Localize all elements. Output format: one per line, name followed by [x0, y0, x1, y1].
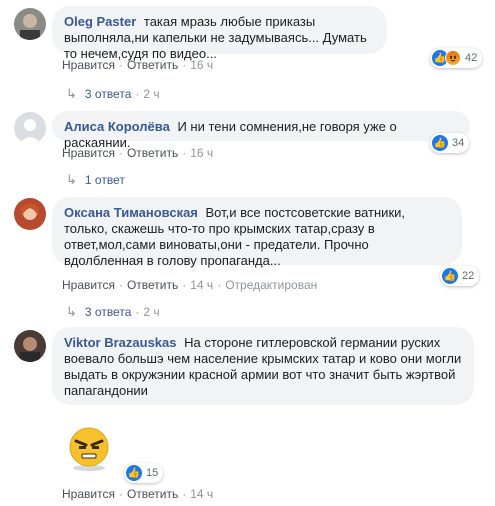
separator-dot: ·: [182, 487, 187, 501]
avatar[interactable]: [14, 8, 46, 40]
comment-time[interactable]: 16 ч: [190, 58, 213, 72]
comment-actions: Нравится · Ответить · 14 ч · Отредактирован: [62, 278, 317, 292]
comment-actions: Нравится · Ответить · 16 ч: [62, 58, 213, 72]
thumbs-up-icon: 👍: [442, 268, 458, 284]
comment-bubble: Алиса Королёва И ни тени сомнения,не гов…: [52, 111, 470, 150]
replies-count[interactable]: 3 ответа: [85, 305, 131, 319]
reaction-count: 15: [146, 467, 159, 479]
reply-arrow-icon: ↳: [66, 172, 77, 187]
separator-dot: ·: [118, 58, 123, 72]
reaction-count: 34: [452, 137, 465, 149]
view-replies-link[interactable]: ↳ 3 ответа · 2 ч: [66, 304, 160, 320]
edited-label[interactable]: Отредактирован: [225, 278, 317, 292]
like-link[interactable]: Нравится: [62, 146, 115, 160]
reaction-count: 42: [465, 52, 478, 64]
reaction-summary[interactable]: 👍 15: [124, 463, 164, 483]
reaction-summary[interactable]: 👍 42: [430, 48, 483, 68]
separator-dot: ·: [118, 278, 123, 292]
separator-dot: ·: [182, 146, 187, 160]
comment-author[interactable]: Oleg Paster: [64, 14, 136, 29]
angry-sticker: [66, 425, 112, 471]
thumbs-up-icon: 👍: [432, 135, 448, 151]
reply-link[interactable]: Ответить: [127, 278, 178, 292]
comment-time[interactable]: 16 ч: [190, 146, 213, 160]
separator-dot: ·: [182, 58, 187, 72]
separator-dot: ·: [217, 278, 222, 292]
separator-dot: ·: [118, 487, 123, 501]
like-link[interactable]: Нравится: [62, 58, 115, 72]
comment-author[interactable]: Viktor Brazauskas: [64, 335, 177, 350]
like-link[interactable]: Нравится: [62, 278, 115, 292]
comment-actions: Нравится · Ответить · 14 ч: [62, 487, 213, 501]
avatar[interactable]: [14, 330, 46, 362]
comment-time[interactable]: 14 ч: [190, 487, 213, 501]
reply-arrow-icon: ↳: [66, 304, 77, 319]
reply-link[interactable]: Ответить: [127, 487, 178, 501]
replies-count[interactable]: 1 ответ: [85, 173, 125, 187]
reaction-summary[interactable]: 👍 22: [440, 266, 480, 286]
comment-time[interactable]: 14 ч: [190, 278, 213, 292]
separator-dot: ·: [135, 305, 140, 319]
avatar[interactable]: [14, 198, 46, 230]
comment-actions: Нравится · Ответить · 16 ч: [62, 146, 213, 160]
like-link[interactable]: Нравится: [62, 487, 115, 501]
comment-bubble: Oleg Paster такая мразь любые приказы вы…: [52, 6, 387, 61]
view-replies-link[interactable]: ↳ 1 ответ: [66, 172, 125, 188]
separator-dot: ·: [135, 87, 140, 101]
thumbs-up-icon: 👍: [126, 465, 142, 481]
reply-link[interactable]: Ответить: [127, 146, 178, 160]
angry-icon: [445, 50, 461, 66]
replies-count[interactable]: 3 ответа: [85, 87, 131, 101]
reply-link[interactable]: Ответить: [127, 58, 178, 72]
reaction-count: 22: [462, 270, 475, 282]
comment-bubble: Viktor Brazauskas На стороне гитлеровско…: [52, 327, 474, 405]
comment-bubble: Оксана Тимановская Вот,и все постсоветск…: [52, 197, 462, 268]
reply-arrow-icon: ↳: [66, 86, 77, 101]
view-replies-link[interactable]: ↳ 3 ответа · 2 ч: [66, 86, 160, 102]
separator-dot: ·: [118, 146, 123, 160]
replies-time: 2 ч: [143, 87, 160, 101]
replies-time: 2 ч: [143, 305, 160, 319]
separator-dot: ·: [182, 278, 187, 292]
comment-author[interactable]: Оксана Тимановская: [64, 205, 198, 220]
avatar[interactable]: [14, 112, 46, 144]
reaction-summary[interactable]: 👍 34: [430, 133, 470, 153]
comment-author[interactable]: Алиса Королёва: [64, 119, 170, 134]
